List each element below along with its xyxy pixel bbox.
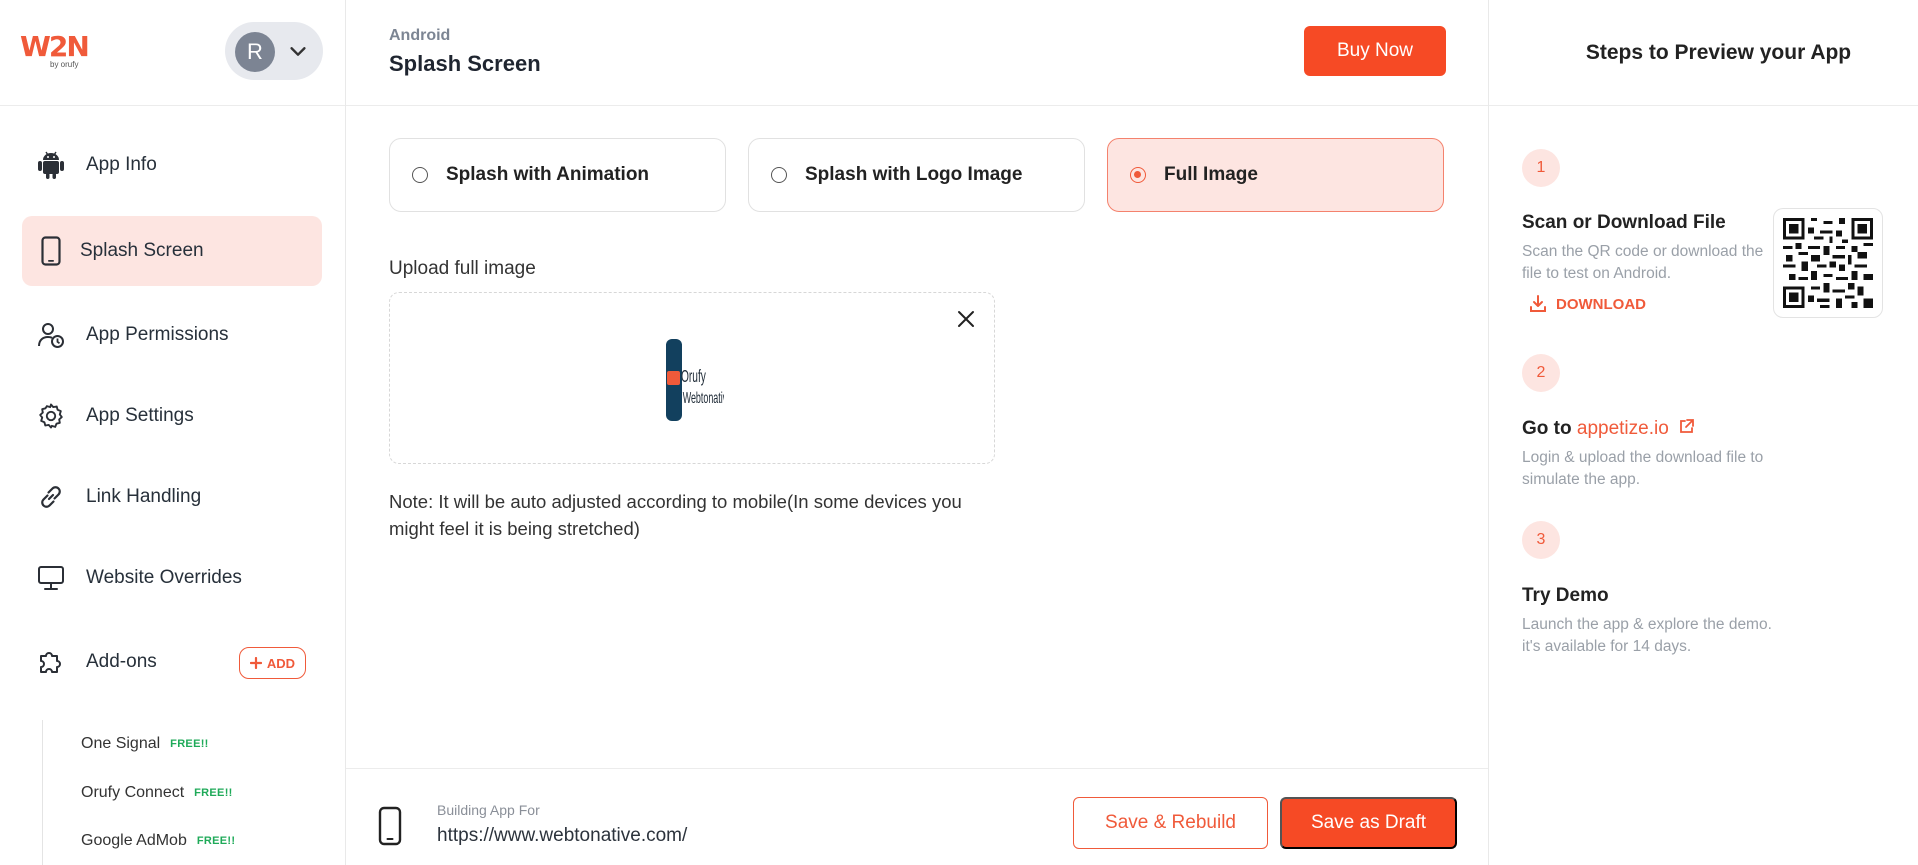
image-upload-area[interactable]: Orufy Webtonative [389,292,995,464]
thumb-text-orufy: Orufy [681,367,706,387]
step-desc-1: Scan the QR code or download the file to… [1522,243,1764,282]
radio-button-selected[interactable] [1130,167,1146,183]
add-addon-label: ADD [266,655,295,671]
sidebar-item-app-settings[interactable]: App Settings [22,381,322,451]
monitor-icon [36,563,66,593]
step-number-3: 3 [1522,521,1560,559]
thumb-text-webtonative: Webtonative [683,388,724,406]
android-icon [36,150,66,180]
sidebar-item-app-permissions[interactable]: App Permissions [22,300,322,370]
radio-button[interactable] [412,167,428,183]
buy-now-button[interactable]: Buy Now [1304,26,1446,76]
addon-item-one-signal[interactable]: One Signal FREE!! [81,735,209,753]
addon-item-orufy-connect[interactable]: Orufy Connect FREE!! [81,784,233,802]
addon-label: Google AdMob [81,832,187,849]
step-number-1: 1 [1522,149,1560,187]
step-number-2: 2 [1522,354,1560,392]
download-link[interactable]: DOWNLOAD [1528,294,1646,314]
breadcrumb: Android [389,27,451,44]
footer-bar: Building App For https://www.webtonative… [346,768,1488,865]
free-badge: FREE!! [196,835,236,847]
link-icon [36,482,66,512]
save-rebuild-button[interactable]: Save & Rebuild [1073,797,1268,849]
main-header: Android Splash Screen Buy Now [346,0,1488,106]
sidebar-item-splash-screen[interactable]: Splash Screen [22,216,322,286]
close-icon[interactable] [954,307,978,331]
sidebar-item-website-overrides[interactable]: Website Overrides [22,543,322,613]
plus-icon [249,657,262,669]
sidebar-item-app-info[interactable]: App Info [22,130,322,200]
qr-code-image [1783,218,1873,308]
page-title: Splash Screen [389,51,541,76]
splash-option-animation[interactable]: Splash with Animation [389,138,726,212]
avatar: R [235,32,275,72]
upload-note: Note: It will be auto adjusted according… [389,491,962,539]
w2n-logo[interactable]: W2N by orufy [20,30,90,70]
preview-title: Steps to Preview your App [1489,0,1918,106]
add-addon-button[interactable]: ADD [238,647,306,679]
sidebar-item-link-handling[interactable]: Link Handling [22,462,322,532]
step-title-2: Go to appetize.io [1522,418,1695,440]
appetize-link[interactable]: appetize.io [1577,418,1669,439]
phone-icon [36,236,66,266]
splash-option-full-image[interactable]: Full Image [1107,138,1444,212]
step-title-prefix: Go to [1522,418,1577,439]
website-url: https://www.webtonative.com/ [437,825,688,846]
uploaded-image-thumbnail: Orufy Webtonative [666,339,724,421]
sidebar-item-label: App Settings [86,405,194,426]
step-desc-3: Launch the app & explore the demo. it's … [1522,616,1772,655]
sidebar-item-label: App Permissions [86,324,229,345]
sidebar-item-label: App Info [86,154,157,175]
download-icon [1530,295,1546,312]
addon-label: Orufy Connect [81,784,185,801]
sidebar-header: W2N by orufy R [0,0,345,106]
option-label: Full Image [1164,164,1258,185]
sidebar-item-label: Splash Screen [80,240,204,261]
phone-icon [378,806,402,846]
step-title-3: Try Demo [1522,585,1609,606]
step-title-1: Scan or Download File [1522,212,1726,233]
sidebar: W2N by orufy R App Info Splash Screen Ap… [0,0,346,865]
addon-item-google-admob[interactable]: Google AdMob FREE!! [81,832,235,850]
save-draft-button[interactable]: Save as Draft [1280,797,1457,849]
addon-label: One Signal [81,735,161,752]
splash-option-logo-image[interactable]: Splash with Logo Image [748,138,1085,212]
free-badge: FREE!! [194,787,233,799]
qr-code [1773,208,1883,318]
gear-icon [36,401,66,431]
step-desc-2: Login & upload the download file to simu… [1522,449,1764,488]
option-label: Splash with Logo Image [805,164,1023,185]
upload-label: Upload full image [389,258,536,279]
logo-subtext: by orufy [50,60,79,69]
profile-menu[interactable]: R [225,22,323,80]
user-clock-icon [36,320,66,350]
logo-mark: W2N [20,30,90,63]
sidebar-item-label: Add-ons [86,651,157,672]
download-label: DOWNLOAD [1556,295,1646,313]
addon-list: One Signal FREE!! Orufy Connect FREE!! G… [42,720,322,865]
chevron-down-icon [290,47,306,56]
building-app-label: Building App For [437,802,540,818]
radio-button[interactable] [771,167,787,183]
preview-panel: Steps to Preview your App 1 Scan or Down… [1488,0,1918,865]
external-link-icon[interactable] [1678,418,1695,435]
option-label: Splash with Animation [446,164,650,185]
free-badge: FREE!! [170,738,209,750]
sidebar-item-label: Link Handling [86,486,202,507]
puzzle-icon [36,647,66,677]
sidebar-item-add-ons[interactable]: Add-ons ADD [22,627,322,697]
sidebar-item-label: Website Overrides [86,567,242,588]
